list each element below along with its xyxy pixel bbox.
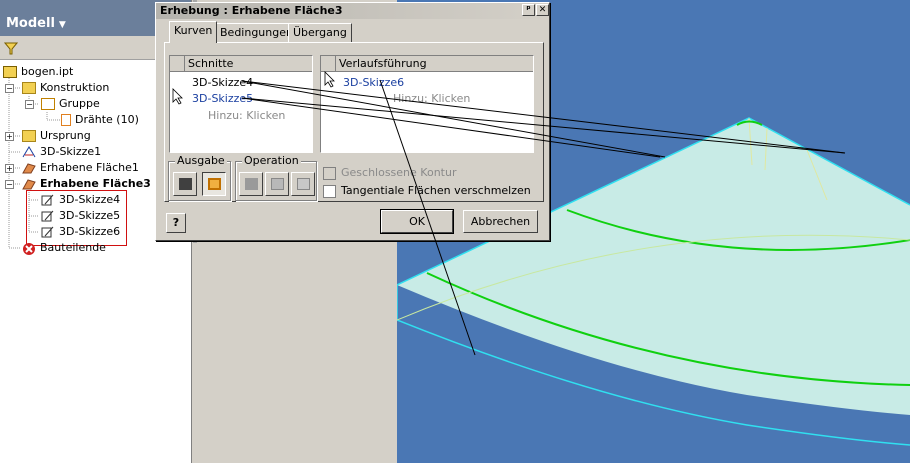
tree-label: bogen.ipt: [21, 65, 74, 78]
section-item[interactable]: 3D-Skizze4: [192, 76, 253, 89]
rails-header-label: Verlaufsführung: [339, 57, 427, 70]
empty-area: [193, 243, 397, 463]
closed-loop-label: Geschlossene Kontur: [341, 166, 457, 179]
tree-label: 3D-Skizze4: [59, 193, 121, 206]
help-icon: ?: [172, 216, 180, 229]
help-button[interactable]: ?: [166, 213, 186, 233]
sketch3d-icon: [41, 226, 55, 238]
checkbox-icon: [323, 166, 336, 180]
tree-label: 3D-Skizze6: [59, 225, 121, 238]
tab-panel-kurven: Schnitte 3D-Skizze4 3D-Skizze5 Hinzu: Kl…: [164, 42, 544, 202]
sections-header: Schnitte: [170, 56, 312, 72]
close-button[interactable]: ✕: [536, 4, 549, 16]
tree-item-flaeche1[interactable]: Erhabene Fläche1: [22, 160, 139, 176]
tree-label: 3D-Skizze1: [40, 145, 102, 158]
tree-item-gruppe[interactable]: Gruppe: [41, 96, 100, 112]
tree-item-skizze1[interactable]: 3D-Skizze1: [22, 144, 101, 160]
tree-item-part[interactable]: bogen.ipt: [3, 64, 73, 80]
merge-tangent-label: Tangentiale Flächen verschmelzen: [341, 184, 531, 197]
checkbox-icon: [323, 184, 336, 198]
tree-item-konstruktion[interactable]: Konstruktion: [22, 80, 109, 96]
cancel-button[interactable]: Abbrechen: [463, 210, 538, 233]
pin-icon: ᵖ: [526, 5, 531, 15]
intersect-icon: [297, 178, 310, 190]
tree-label: Erhabene Fläche3: [40, 177, 151, 190]
folder-icon: [22, 130, 36, 142]
cut-icon: [271, 178, 284, 190]
closed-loop-checkbox[interactable]: Geschlossene Kontur: [323, 166, 456, 180]
tree-item-draehte[interactable]: Drähte (10): [61, 112, 139, 128]
expand-flaeche3[interactable]: −: [5, 180, 14, 189]
rails-add-hint[interactable]: Hinzu: Klicken: [393, 92, 470, 105]
tree-item-bauteilende[interactable]: Bauteilende: [22, 240, 106, 256]
join-button[interactable]: [239, 172, 263, 196]
output-solid-button[interactable]: [173, 172, 197, 196]
operation-group: Operation: [235, 154, 317, 201]
tree-label: Gruppe: [59, 97, 100, 110]
expand-konstruktion[interactable]: −: [5, 84, 14, 93]
merge-tangent-checkbox[interactable]: Tangentiale Flächen verschmelzen: [323, 184, 531, 198]
pin-button[interactable]: ᵖ: [522, 4, 535, 16]
cut-button[interactable]: [265, 172, 289, 196]
loft-icon: [22, 162, 36, 174]
rail-item[interactable]: 3D-Skizze6: [343, 76, 404, 89]
output-surface-button[interactable]: [202, 172, 226, 196]
tree-label: Bauteilende: [40, 241, 106, 254]
output-group: Ausgabe: [168, 154, 231, 201]
solid-icon: [179, 178, 192, 190]
tab-kurven[interactable]: Kurven: [169, 21, 218, 43]
tree-label: Drähte (10): [75, 113, 139, 126]
expand-flaeche1[interactable]: +: [5, 164, 14, 173]
dialog-titlebar[interactable]: Erhebung : Erhabene Fläche3 ᵖ ✕: [156, 3, 549, 19]
expand-ursprung[interactable]: +: [5, 132, 14, 141]
tree-label: Ursprung: [40, 129, 91, 142]
operation-label: Operation: [242, 154, 301, 167]
close-icon: ✕: [538, 5, 547, 15]
dialog-title: Erhebung : Erhabene Fläche3: [160, 4, 343, 17]
tree-item-ursprung[interactable]: Ursprung: [22, 128, 91, 144]
tab-uebergang[interactable]: Übergang: [288, 23, 352, 42]
tree-item-skizze5[interactable]: 3D-Skizze5: [41, 208, 120, 224]
rails-header: Verlaufsführung: [321, 56, 533, 72]
tab-bedingungen[interactable]: Bedingungen: [215, 23, 298, 42]
tree-item-skizze4[interactable]: 3D-Skizze4: [41, 192, 120, 208]
browser-title: Modell: [6, 16, 55, 31]
join-icon: [245, 178, 258, 190]
sections-list[interactable]: Schnitte 3D-Skizze4 3D-Skizze5 Hinzu: Kl…: [169, 55, 313, 153]
folder-icon: [22, 82, 36, 94]
loft-dialog: Erhebung : Erhabene Fläche3 ᵖ ✕ Kurven B…: [155, 2, 550, 241]
section-item[interactable]: 3D-Skizze5: [192, 92, 253, 105]
wire-icon: [61, 114, 71, 126]
sketch3d-icon: [41, 210, 55, 222]
sketch3d-icon: [22, 146, 36, 158]
tree-label: Erhabene Fläche1: [40, 161, 139, 174]
group-icon: [41, 98, 55, 110]
surface-icon: [208, 178, 221, 190]
chevron-down-icon[interactable]: ▼: [59, 20, 66, 30]
tree-item-skizze6[interactable]: 3D-Skizze6: [41, 224, 120, 240]
ok-button[interactable]: OK: [380, 209, 454, 234]
output-label: Ausgabe: [175, 154, 227, 167]
end-of-part-icon: [22, 242, 36, 255]
sketch3d-icon: [41, 194, 55, 206]
tree-label: 3D-Skizze5: [59, 209, 121, 222]
rails-list[interactable]: Verlaufsführung 3D-Skizze6 Hinzu: Klicke…: [320, 55, 534, 153]
part-icon: [3, 66, 17, 78]
tree-label: Konstruktion: [40, 81, 110, 94]
filter-icon[interactable]: [4, 42, 18, 56]
sections-add-hint[interactable]: Hinzu: Klicken: [208, 109, 285, 122]
expand-gruppe[interactable]: −: [25, 100, 34, 109]
intersect-button[interactable]: [291, 172, 315, 196]
loft-icon: [22, 178, 36, 190]
sections-header-label: Schnitte: [188, 57, 234, 70]
